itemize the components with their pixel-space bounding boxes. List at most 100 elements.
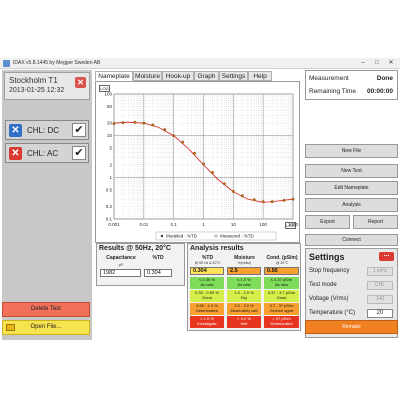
y-tick-label: 10 [107,133,113,138]
y-tick-label: 20 [107,121,113,126]
x-tick-label: 10 [231,222,237,227]
analysis-range-cell: > 3.0 % Wet [227,316,261,328]
graph-panel: LOG LOG 0.001 0.01 0.1 1 10 100 1000 100 50 20 10 5… [95,81,300,243]
settings-title: Settings [309,252,345,262]
report-button[interactable]: Report [353,215,398,229]
edit-nameplate-button[interactable]: Edit Nameplate [305,181,398,195]
analysis-range-cell: > 37 pS/m Deteriorated [264,316,299,328]
analysis-range-cell: 0.37 - 3.7 pS/m Good [264,290,299,302]
stop-frequency-select[interactable]: 1 mHz [367,267,393,276]
analysis-td-measured: 0.304 [190,267,224,275]
analysis-range-cell: 0.30 - 0.50 % Good [190,290,224,302]
channel-dc-remove-icon[interactable]: ✕ [9,124,22,137]
analysis-panel: Analysis results %TD @ 50 Hz & 20°C Mois… [187,243,301,331]
x-tick-label: 0.001 [108,222,120,227]
analysis-title: Analysis results [190,245,244,252]
settings-menu-button[interactable]: ... [379,251,394,261]
remaining-time-label: Remaining Time [309,88,356,95]
export-button[interactable]: Export [305,215,350,229]
legend-modeled-label: Modeled : %TD [166,234,198,239]
title-bar: IDAX v5.8.1445 by Megger Sweden AB – □ ✕ [0,58,400,69]
legend-measured-marker [214,234,218,238]
measured-point [231,189,235,193]
temperature-label: Temperature (°C) [309,310,356,316]
analysis-cond-measured: 0.56 [264,267,299,275]
analysis-range-cell: ≤ 0.37 pS/m As new [264,277,299,289]
measured-point [252,198,256,202]
open-file-label: Open File... [30,324,62,330]
delete-test-button[interactable]: Delete Test [2,302,90,317]
analysis-td-sub: @ 50 Hz & 20°C [194,261,221,265]
legend-modeled-marker [160,234,164,238]
test-location: Stockholm T1 [9,76,58,85]
test-mode-select[interactable]: CHL [367,281,393,290]
open-file-button[interactable]: Open File... [2,320,90,335]
temperature-field[interactable]: 20 [367,309,393,318]
analysis-range-cell: 3.7 - 37 pS/m Service aged [264,303,299,315]
tab-nameplate[interactable]: Nameplate [95,71,133,81]
voltage-field[interactable]: 140 [367,295,393,304]
measured-point [291,197,295,201]
capacitance-header: Capacitance [106,255,136,261]
channel-ac-label: CHL: AC [27,149,59,158]
close-test-icon[interactable]: ✕ [75,77,86,88]
app-icon [3,60,10,67]
capacitance-unit: pF [118,262,124,267]
measured-point [181,140,185,144]
measured-point [193,151,196,155]
tab-hook-up[interactable]: Hook-up [162,71,194,81]
analysis-range-cell: 2.0 - 3.0 % Moderately wet [227,303,261,315]
close-window-icon[interactable]: ✕ [384,59,398,67]
new-file-button[interactable]: New File [305,144,398,158]
channel-dc-checkbox[interactable]: ✔ [72,123,86,137]
stop-frequency-label: Stop frequency [309,268,350,274]
test-card[interactable]: Stockholm T1 2013-01-25 12:32 ✕ [4,72,90,100]
channel-row-dc[interactable]: ✕ CHL: DC ✔ [5,120,89,140]
measurement-label: Measurement [309,75,349,82]
measured-point [112,122,116,126]
channel-row-ac[interactable]: ✕ CHL: AC ✔ [5,143,89,163]
td-value: 0.304 [144,269,172,277]
y-tick-label: 1 [109,175,112,180]
measured-point [202,162,205,166]
analysis-range-cell: ≤ 0.30 % As new [190,277,224,289]
app-window: IDAX v5.8.1445 by Megger Sweden AB – □ ✕… [0,0,400,400]
new-test-button[interactable]: New Test [305,164,398,178]
legend-measured-label: Measured : %TD [220,234,255,239]
connect-button[interactable]: Connect [305,234,398,246]
measured-point [151,123,155,127]
y-tick-label: 100 [104,92,112,97]
measured-point [240,194,244,198]
y-tick-label: 0.1 [106,217,113,222]
dissipation-factor-chart: 0.001 0.01 0.1 1 10 100 1000 100 50 20 10 5 2 1 0.5 0.2… [104,92,299,241]
y-tick-label: 2 [109,162,112,167]
tab-moisture[interactable]: Moisture [133,71,162,81]
tab-help[interactable]: Help [248,71,272,81]
measured-point [211,171,214,175]
channel-ac-checkbox[interactable]: ✔ [72,146,86,160]
measured-point [261,200,265,204]
minimize-icon[interactable]: – [356,59,370,67]
measured-point [163,128,167,132]
measured-point [142,121,146,125]
maximize-icon[interactable]: □ [370,59,384,67]
tab-graph[interactable]: Graph [194,71,219,81]
voltage-label: Voltage (Vrms) [309,296,349,302]
measured-point [172,134,176,138]
tab-settings[interactable]: Settings [219,71,248,81]
measured-point [121,121,125,125]
folder-icon [6,324,15,331]
test-mode-label: Test mode [309,282,337,288]
analysis-button[interactable]: Analysis [305,198,398,212]
remake-button[interactable]: Remake [305,320,398,334]
status-box: Measurement Done Remaining Time 00:00:00 [305,70,398,100]
td-header: %TD [152,255,164,261]
channel-ac-remove-icon[interactable]: ✕ [9,147,22,160]
measured-point [282,198,286,202]
analysis-range-cell: ≤ 1.0 % As new [227,277,261,289]
analysis-range-cell: 1.0 - 2.0 % Dry [227,290,261,302]
analysis-range-cell: > 1.0 % Investigate [190,316,224,328]
measured-point [222,182,226,186]
channel-dc-label: CHL: DC [27,126,60,135]
x-tick-label: 0.01 [139,222,148,227]
